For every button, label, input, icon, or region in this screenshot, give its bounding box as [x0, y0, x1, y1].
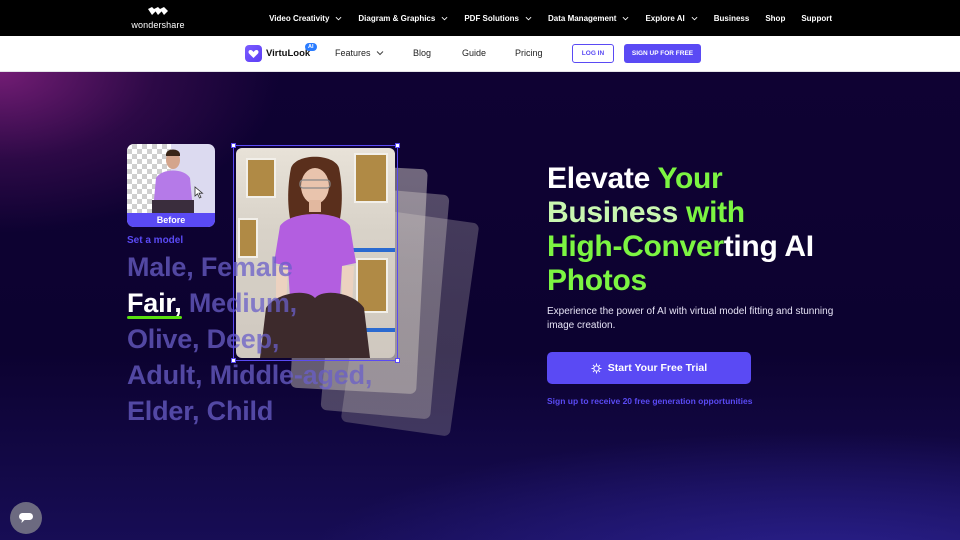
subnav-label: Pricing [515, 48, 543, 58]
attribute-line-gender: Male, Female [127, 249, 372, 285]
nav-label: Video Creativity [269, 13, 330, 23]
chat-bubble-icon [19, 513, 33, 523]
attribute-text: Elder, Child [127, 396, 274, 426]
headline-part: ting AI [723, 230, 814, 263]
headline-part: with [686, 196, 745, 229]
nav-diagram-graphics[interactable]: Diagram & Graphics [358, 14, 448, 23]
chevron-down-icon [376, 51, 383, 56]
subnav-label: Blog [413, 48, 432, 58]
nav-label: Business [713, 13, 750, 23]
attribute-line-skin: Fair, Medium, [127, 285, 372, 321]
subnav-blog[interactable]: Blog [413, 48, 431, 58]
model-attributes: Male, Female Fair, Medium, Olive, Deep, … [127, 249, 372, 429]
nav-support[interactable]: Support [801, 14, 832, 23]
chevron-down-icon [441, 16, 448, 20]
nav-label: Data Management [548, 13, 617, 23]
ai-badge: AI [305, 43, 317, 51]
hero-headline: Elevate Your Business with High-Converti… [547, 162, 814, 298]
global-header: wondershare Video Creativity Diagram & G… [0, 0, 960, 36]
cta-label: Start Your Free Trial [607, 362, 708, 374]
signup-button[interactable]: SIGN UP FOR FREE [624, 44, 701, 63]
nav-data-management[interactable]: Data Management [548, 14, 629, 23]
virtulook-heart-icon [245, 45, 262, 62]
start-free-trial-button[interactable]: Start Your Free Trial [547, 352, 751, 384]
subnav-pricing[interactable]: Pricing [515, 48, 543, 58]
before-preview-card: Before [127, 144, 215, 227]
set-model-label: Set a model [127, 235, 184, 246]
subnav-guide[interactable]: Guide [462, 48, 486, 58]
nav-label: Support [801, 13, 832, 23]
chat-button[interactable] [10, 502, 42, 534]
subnav-features[interactable]: Features [335, 48, 384, 58]
headline-part: Your [657, 162, 723, 195]
nav-explore-ai[interactable]: Explore AI [645, 13, 698, 23]
nav-pdf-solutions[interactable]: PDF Solutions [464, 14, 532, 23]
cursor-icon [194, 186, 204, 199]
product-name: VirtuLook [266, 48, 311, 59]
attribute-text: Male, Female [127, 252, 293, 282]
global-nav: Video Creativity Diagram & Graphics PDF … [269, 0, 832, 36]
nav-shop[interactable]: Shop [765, 14, 785, 23]
wondershare-mark-icon [148, 7, 168, 15]
headline-part: Photos [547, 264, 647, 297]
brand-name: wondershare [131, 20, 185, 30]
subnav-label: Guide [462, 48, 487, 58]
nav-label: Shop [765, 13, 786, 23]
wondershare-logo[interactable]: wondershare [131, 6, 185, 32]
attribute-text: Medium, [181, 288, 297, 318]
attribute-line-skin-2: Olive, Deep, [127, 321, 372, 357]
attribute-line-age-2: Elder, Child [127, 393, 372, 429]
before-model-figure [152, 149, 194, 214]
headline-part: High-Conver [547, 230, 724, 263]
nav-label: Diagram & Graphics [358, 13, 436, 23]
login-button[interactable]: LOG IN [572, 44, 614, 63]
nav-label: PDF Solutions [464, 13, 519, 23]
attribute-text: Adult, Middle-aged, [127, 360, 373, 390]
chevron-down-icon [691, 16, 698, 20]
nav-video-creativity[interactable]: Video Creativity [269, 14, 342, 23]
nav-label: Explore AI [645, 13, 685, 23]
before-label: Before [127, 213, 215, 227]
chevron-down-icon [335, 16, 342, 20]
sparkle-gear-icon [591, 363, 602, 373]
attribute-line-age: Adult, Middle-aged, [127, 357, 372, 393]
subnav-label: Features [335, 48, 371, 58]
chevron-down-icon [525, 16, 532, 20]
attribute-text-highlighted: Fair, [127, 288, 182, 318]
chevron-down-icon [623, 16, 629, 20]
hero-subcopy: Experience the power of AI with virtual … [547, 306, 834, 331]
virtulook-logo[interactable]: VirtuLook AI [245, 43, 317, 62]
attribute-text: Olive, Deep, [127, 324, 280, 354]
signup-offer-link[interactable]: Sign up to receive 20 free generation op… [547, 396, 752, 406]
headline-part: Elevate [547, 162, 658, 195]
headline-part: Business [547, 196, 687, 229]
nav-business[interactable]: Business [714, 14, 750, 23]
